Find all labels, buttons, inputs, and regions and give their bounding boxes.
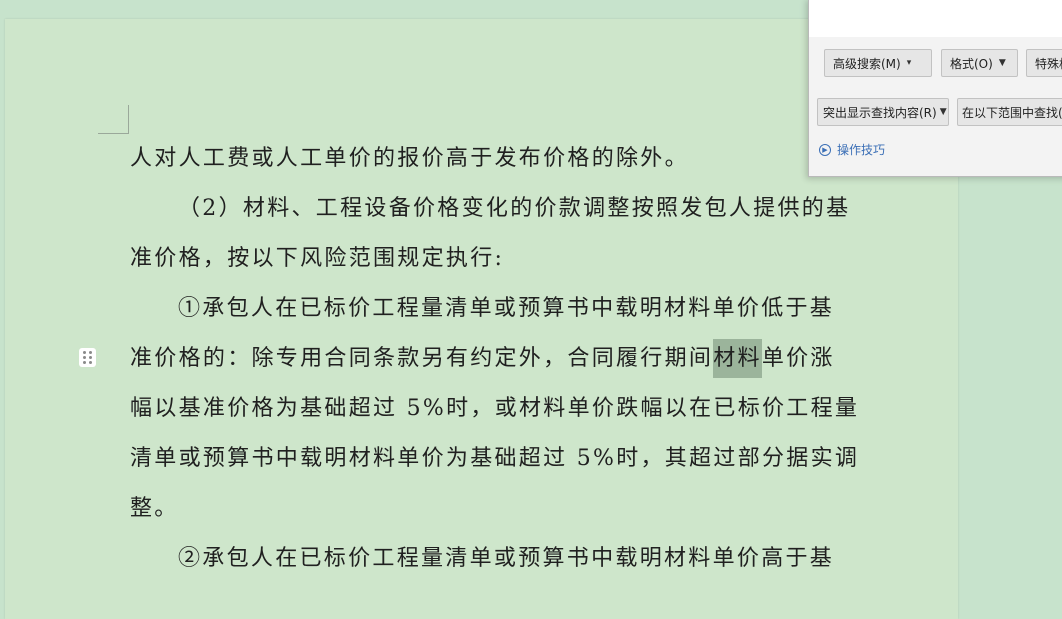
doc-line-2: （2）材料、工程设备价格变化的价款调整按照发包人提供的基 (178, 196, 851, 221)
highlight-found-label: 突出显示查找内容(R) (823, 105, 937, 120)
format-button[interactable]: 格式(O) ▼ (941, 49, 1018, 77)
special-format-label: 特殊格式 (1035, 56, 1062, 71)
dialog-content-area (809, 0, 1062, 37)
advanced-search-button[interactable]: 高级搜索(M) ▾ (824, 49, 932, 77)
highlight-found-button[interactable]: 突出显示查找内容(R) ▼ (817, 98, 949, 126)
find-replace-dialog: 高级搜索(M) ▾ 格式(O) ▼ 特殊格式 突出显示查找内容(R) ▼ 在以下… (808, 0, 1062, 177)
doc-line-6: 幅以基准价格为基础超过 5%时，或材料单价跌幅以在已标价工程量 (130, 396, 860, 421)
margin-corner-mark (98, 105, 129, 134)
special-format-button[interactable]: 特殊格式 (1026, 49, 1062, 77)
search-highlight[interactable]: 材料 (713, 339, 762, 378)
doc-line-8: 整。 (130, 496, 179, 521)
advanced-search-label: 高级搜索(M) (833, 56, 901, 71)
chevron-down-icon: ▼ (998, 58, 1006, 68)
operation-tips-link[interactable]: ▶ 操作技巧 (819, 141, 885, 158)
doc-line-3: 准价格，按以下风险范围规定执行: (130, 246, 505, 271)
doc-line-4: ①承包人在已标价工程量清单或预算书中载明材料单价低于基 (178, 296, 835, 321)
format-label: 格式(O) (950, 56, 993, 71)
doc-line-5: 准价格的：除专用合同条款另有约定外，合同履行期间材料单价涨 (130, 339, 835, 378)
paragraph-handle-icon[interactable] (79, 348, 96, 367)
chevron-down-icon: ▼ (939, 107, 947, 117)
doc-line-7: 清单或预算书中载明材料单价为基础超过 5%时，其超过部分据实调 (130, 446, 860, 471)
find-in-scope-button[interactable]: 在以下范围中查找(I) (957, 98, 1062, 126)
doc-line-9: ②承包人在已标价工程量清单或预算书中载明材料单价高于基 (178, 546, 835, 571)
doc-line-5-part-b: 单价涨 (761, 346, 835, 371)
doc-line-1: 人对人工费或人工单价的报价高于发布价格的除外。 (130, 146, 689, 171)
double-chevron-down-icon: ▾ (906, 58, 912, 68)
operation-tips-label: 操作技巧 (837, 143, 886, 157)
doc-line-5-part-a: 准价格的：除专用合同条款另有约定外，合同履行期间 (130, 346, 714, 371)
play-circle-icon: ▶ (819, 143, 831, 156)
find-in-scope-label: 在以下范围中查找(I) (962, 105, 1062, 120)
